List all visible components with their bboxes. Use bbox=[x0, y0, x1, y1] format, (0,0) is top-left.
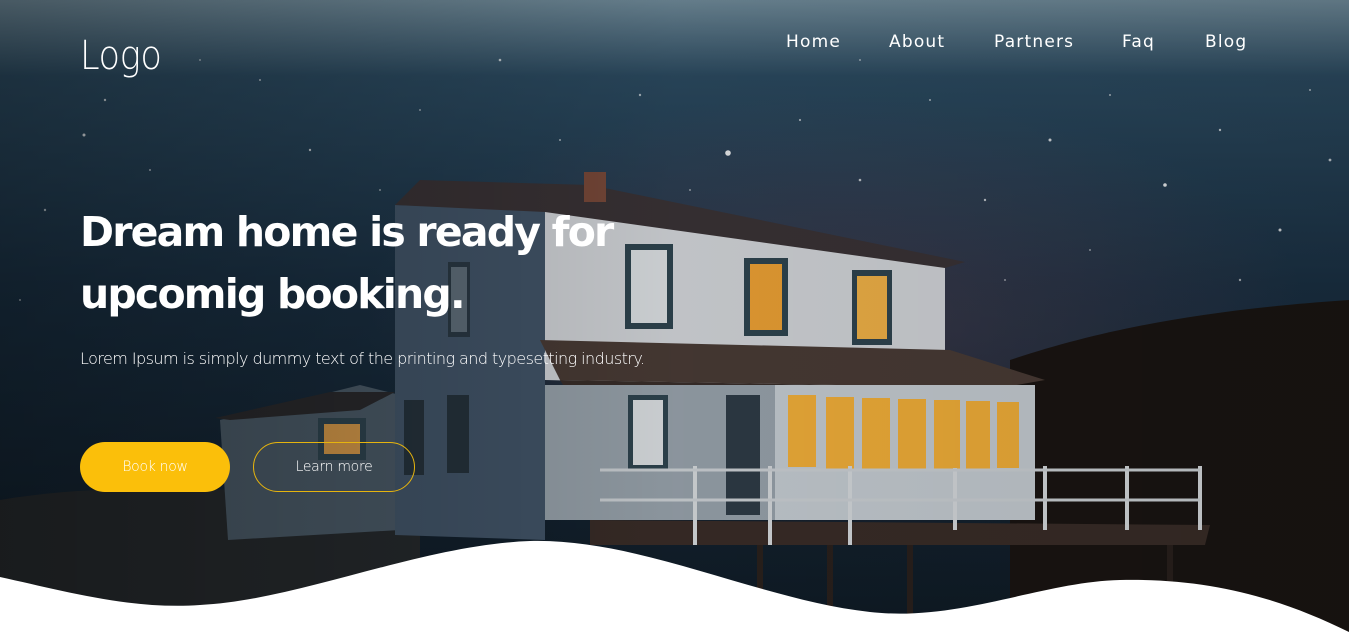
hero-headline-line2: upcomig booking. bbox=[80, 270, 466, 318]
hero-headline: Dream home is ready for upcomig booking. bbox=[80, 201, 640, 325]
hero-subtitle: Lorem Ipsum is simply dummy text of the … bbox=[80, 349, 645, 368]
main-nav: Home About Partners Faq Blog bbox=[0, 29, 1349, 55]
book-now-button[interactable]: Book now bbox=[80, 442, 230, 492]
nav-item-partners[interactable]: Partners bbox=[994, 29, 1074, 55]
nav-item-faq[interactable]: Faq bbox=[1122, 29, 1155, 55]
nav-item-about[interactable]: About bbox=[889, 29, 945, 55]
learn-more-button[interactable]: Learn more bbox=[253, 442, 415, 492]
nav-item-home[interactable]: Home bbox=[786, 29, 841, 55]
hero-section: Logo Home About Partners Faq Blog Dream … bbox=[0, 0, 1349, 635]
nav-item-blog[interactable]: Blog bbox=[1205, 29, 1247, 55]
hero-headline-line1: Dream home is ready for bbox=[80, 208, 614, 256]
